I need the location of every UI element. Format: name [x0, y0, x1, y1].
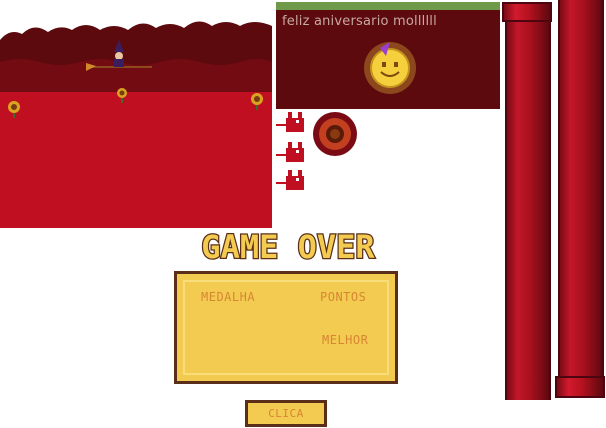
pipe-right: [558, 0, 604, 378]
devil-cat-icon: [276, 170, 304, 190]
click-button[interactable]: CLICA: [245, 400, 327, 427]
birthday-message: feliz aniversario mollllll: [282, 14, 437, 29]
devil-cat-icon: [276, 112, 304, 132]
best-label: MELHOR: [322, 333, 369, 347]
game-over-text: GAME OVER: [201, 229, 375, 265]
points-label: PONTOS: [320, 290, 367, 304]
pipe-left: [505, 22, 551, 400]
birthday-banner: feliz aniversario mollllll: [276, 2, 500, 109]
pipe-right-cap: [555, 376, 605, 398]
sunflower-icon: [313, 112, 357, 156]
banner-grass-strip: [276, 2, 500, 10]
devil-cats: [276, 112, 304, 190]
pipe-left-cap: [502, 2, 552, 22]
smiley-sun-icon: [364, 42, 416, 94]
click-button-label: CLICA: [268, 407, 304, 420]
game-over-title: GAME OVER: [200, 229, 377, 265]
game-scene: [0, 21, 272, 228]
score-panel: MEDALHA PONTOS MELHOR: [174, 271, 398, 384]
devil-cat-icon: [276, 142, 304, 162]
medal-label: MEDALHA: [201, 290, 256, 304]
